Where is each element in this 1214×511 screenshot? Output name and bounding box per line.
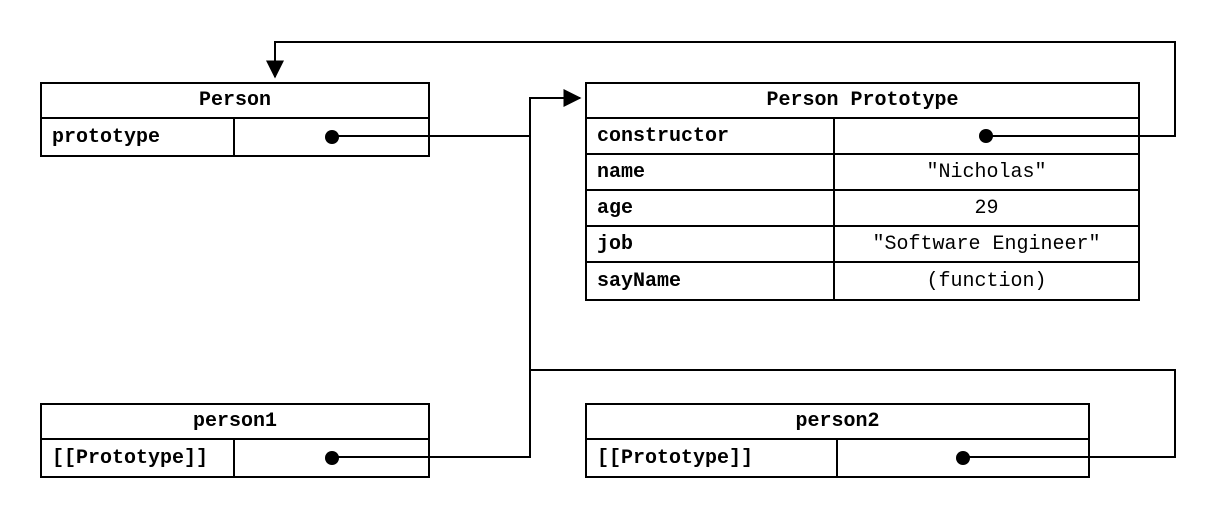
proto-name-val: "Nicholas" xyxy=(835,155,1138,189)
person2-proto-val xyxy=(838,440,1089,476)
dot-icon xyxy=(956,451,970,465)
person2-title: person2 xyxy=(587,405,1088,440)
person-box: Person prototype xyxy=(40,82,430,157)
proto-age-key: age xyxy=(587,191,835,225)
proto-sayname-key: sayName xyxy=(587,263,835,299)
person1-row-proto: [[Prototype]] xyxy=(42,440,428,476)
person1-proto-key: [[Prototype]] xyxy=(42,440,235,476)
person-prototype-key: prototype xyxy=(42,119,235,155)
proto-name-key: name xyxy=(587,155,835,189)
proto-job-key: job xyxy=(587,227,835,261)
dot-icon xyxy=(979,129,993,143)
proto-constructor-val xyxy=(835,119,1138,153)
prototype-box: Person Prototype constructor name "Nicho… xyxy=(585,82,1140,301)
person2-box: person2 [[Prototype]] xyxy=(585,403,1090,478)
person2-row-proto: [[Prototype]] xyxy=(587,440,1088,476)
proto-row-job: job "Software Engineer" xyxy=(587,227,1138,263)
person1-proto-val xyxy=(235,440,428,476)
proto-job-val: "Software Engineer" xyxy=(835,227,1138,261)
proto-constructor-key: constructor xyxy=(587,119,835,153)
proto-age-val: 29 xyxy=(835,191,1138,225)
prototype-title: Person Prototype xyxy=(587,84,1138,119)
dot-icon xyxy=(325,451,339,465)
proto-row-constructor: constructor xyxy=(587,119,1138,155)
person-prototype-val xyxy=(235,119,428,155)
person2-proto-key: [[Prototype]] xyxy=(587,440,838,476)
person-row-prototype: prototype xyxy=(42,119,428,155)
person-title: Person xyxy=(42,84,428,119)
proto-row-name: name "Nicholas" xyxy=(587,155,1138,191)
proto-row-age: age 29 xyxy=(587,191,1138,227)
person1-title: person1 xyxy=(42,405,428,440)
person1-box: person1 [[Prototype]] xyxy=(40,403,430,478)
proto-sayname-val: (function) xyxy=(835,263,1138,299)
proto-row-sayname: sayName (function) xyxy=(587,263,1138,299)
dot-icon xyxy=(325,130,339,144)
